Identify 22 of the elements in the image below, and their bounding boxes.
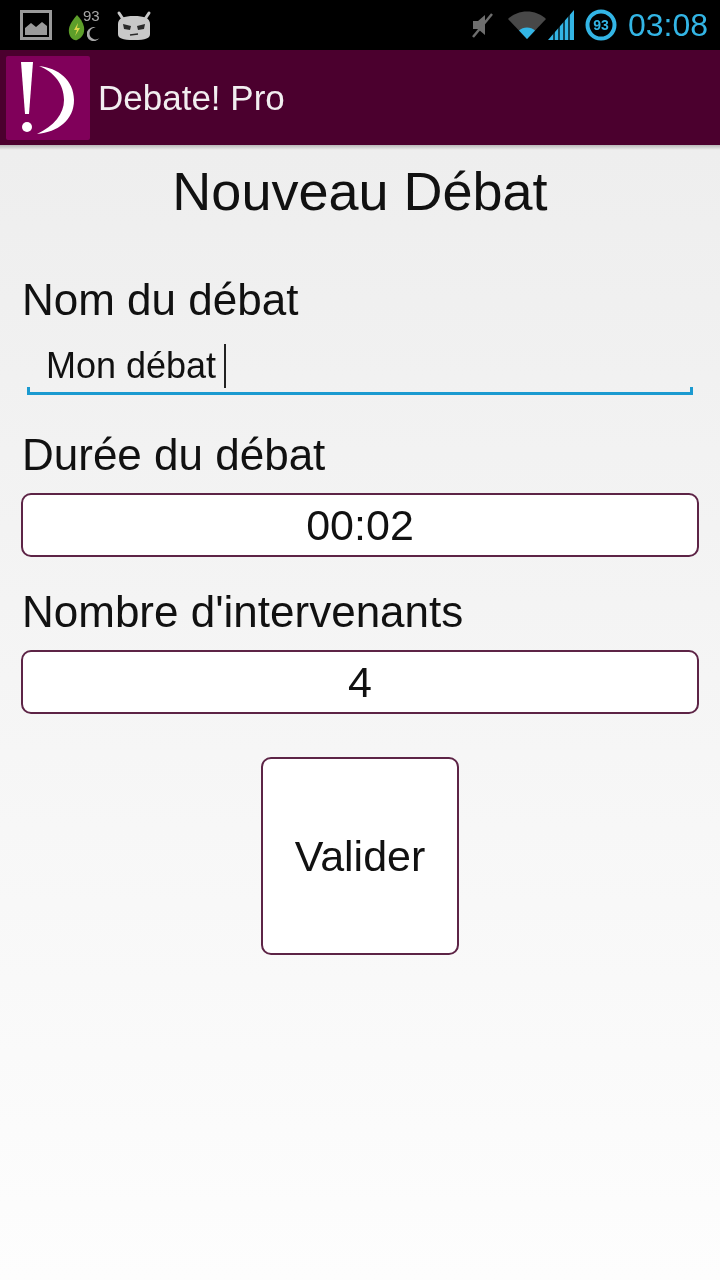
- muted-speaker-icon: [469, 12, 494, 38]
- robot-face-icon: [116, 10, 152, 40]
- battery-percent: 93: [593, 17, 609, 33]
- field-label: Durée du débat: [21, 429, 326, 481]
- text-cursor-icon: [224, 344, 227, 388]
- picture-icon: [20, 10, 52, 40]
- notification-count: 93: [83, 7, 100, 24]
- moon-icon: [87, 27, 100, 41]
- input-field[interactable]: 00:02: [21, 493, 699, 557]
- field-label: Nombre d'intervenants: [21, 586, 464, 638]
- signal-icon: [547, 10, 574, 40]
- page-heading: Nouveau Débat: [171, 160, 549, 223]
- wifi-icon: [507, 11, 546, 39]
- submit-button[interactable]: Valider: [261, 757, 459, 955]
- input-field[interactable]: 4: [21, 650, 699, 714]
- app-logo-icon[interactable]: [6, 55, 90, 140]
- clock-time: 03:08: [627, 6, 708, 44]
- app-title: Debate! Pro: [98, 76, 285, 119]
- field-label: Nom du débat: [21, 274, 299, 326]
- leaf-icon: [68, 15, 85, 41]
- text-field[interactable]: Mon débat: [27, 336, 693, 395]
- battery-ring-icon: [584, 9, 617, 41]
